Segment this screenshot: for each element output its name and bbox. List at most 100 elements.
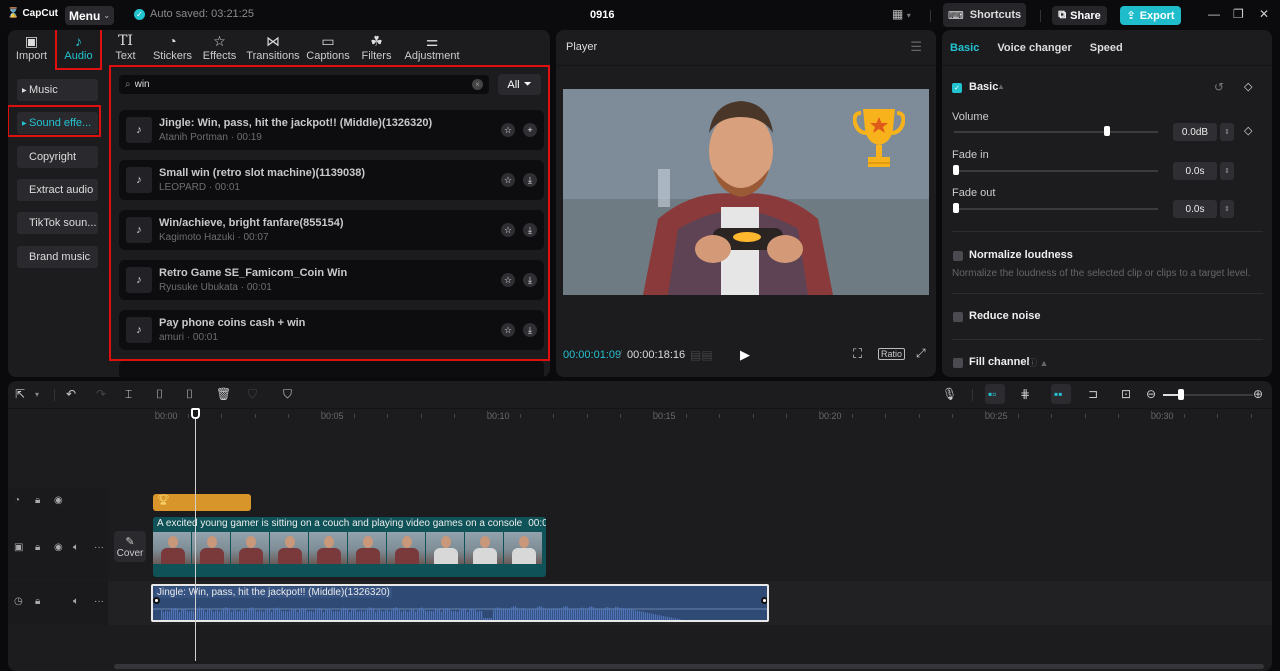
sound-item[interactable]: ♪ Jingle: Win, pass, hit the jackpot!! (… [119, 110, 544, 150]
favorite-icon[interactable]: ☆ [501, 323, 515, 337]
nav-item-music[interactable]: ▶ Music [17, 79, 98, 101]
video-preview[interactable] [563, 89, 929, 295]
nav-item-brand-music[interactable]: Brand music [17, 246, 98, 268]
fade-in-stepper[interactable]: ⇕ [1220, 162, 1234, 180]
sound-item[interactable]: ♪ Win/achieve, bright fanfare(855154) Ka… [119, 210, 544, 250]
fade-out-slider-thumb[interactable] [953, 203, 959, 213]
timeline-horizontal-scrollbar[interactable] [114, 664, 1264, 669]
lock-icon[interactable]: 🔒︎ [35, 596, 40, 607]
volume-slider-thumb[interactable] [1104, 126, 1110, 136]
delete-icon[interactable]: 🗑 [216, 387, 231, 401]
tab-audio[interactable]: ♪ Audio [55, 30, 102, 65]
hamburger-menu-icon[interactable]: ☰ [910, 39, 922, 55]
auto-snap-icon[interactable]: ⋕ [1020, 387, 1030, 401]
zoom-out-icon[interactable]: ⊖ [1146, 387, 1156, 401]
split-right-icon[interactable]: ⌷ [186, 387, 193, 402]
filter-button[interactable]: All ⏷ [498, 74, 541, 95]
export-button[interactable]: ⇪ Export [1120, 6, 1181, 25]
basic-checkbox[interactable]: ✓ [952, 83, 962, 93]
sound-item[interactable]: ♪ Small win (retro slot machine)(1139038… [119, 160, 544, 200]
normalize-loudness-checkbox[interactable] [953, 251, 963, 261]
zoom-in-icon[interactable]: ⊕ [1253, 387, 1263, 401]
tab-speed[interactable]: Speed [1090, 42, 1123, 54]
trophy-sticker-icon[interactable] [853, 107, 905, 171]
playhead-line[interactable] [195, 409, 196, 661]
lock-icon[interactable]: 🔒︎ [35, 542, 40, 553]
zoom-fit-icon[interactable]: ⛶ [853, 346, 862, 362]
nav-item-sound-effects[interactable]: ▶ Sound effe... [17, 112, 98, 134]
fade-out-value[interactable]: 0.0s [1173, 200, 1217, 218]
zoom-slider-thumb[interactable] [1178, 389, 1184, 400]
search-field[interactable]: ⌕ × [119, 75, 489, 94]
download-icon[interactable]: ⤓ [523, 323, 537, 337]
trophy-sticker-clip[interactable]: 🏆︎ [153, 494, 251, 511]
fade-out-handle[interactable] [761, 597, 767, 604]
fill-channel-checkbox[interactable] [953, 358, 963, 368]
ratio-button[interactable]: Ratio [878, 348, 906, 360]
microphone-icon[interactable]: 🎙 [942, 387, 957, 401]
undo-icon[interactable]: ↶ [66, 387, 76, 401]
tab-transitions[interactable]: ⋈ Transitions [243, 30, 303, 65]
tab-voice-changer[interactable]: Voice changer [997, 42, 1071, 54]
chevron-down-icon[interactable]: ▾ [35, 390, 39, 399]
reduce-noise-checkbox[interactable] [953, 312, 963, 322]
favorite-icon[interactable]: ☆ [501, 273, 515, 287]
linkage-icon[interactable]: ▪▪ [1054, 387, 1063, 401]
tab-basic[interactable]: Basic [950, 42, 979, 54]
select-cursor-icon[interactable]: ⇱ [15, 387, 25, 401]
reset-icon[interactable]: ↺ [1214, 80, 1224, 94]
fade-in-value[interactable]: 0.0s [1173, 162, 1217, 180]
nav-item-extract-audio[interactable]: Extract audio [17, 179, 98, 201]
keyframe-icon[interactable]: ◇ [1244, 80, 1252, 93]
speaker-icon[interactable]: 🔈︎ [73, 542, 79, 553]
fullscreen-icon[interactable]: ⤢ [916, 346, 926, 361]
main-track-magnet-icon[interactable]: ▪▫ [988, 387, 997, 401]
restore-icon[interactable]: ❐ [1233, 7, 1244, 21]
speaker-icon[interactable]: 🔈︎ [73, 596, 79, 607]
eye-icon[interactable]: ◉ [54, 495, 63, 506]
playhead-handle[interactable] [191, 408, 200, 419]
tab-import[interactable]: ▣ Import [8, 30, 55, 65]
video-clip[interactable]: A excited young gamer is sitting on a co… [153, 517, 546, 577]
sound-item-partial[interactable] [119, 360, 544, 377]
redo-icon[interactable]: ↷ [96, 387, 106, 401]
volume-slider[interactable] [954, 131, 1158, 133]
fade-out-stepper[interactable]: ⇕ [1220, 200, 1234, 218]
close-icon[interactable]: ✕ [1259, 7, 1269, 21]
keyframe-icon[interactable]: ◇ [1244, 124, 1252, 137]
audio-clip[interactable]: Jingle: Win, pass, hit the jackpot!! (Mi… [151, 584, 769, 622]
shortcuts-button[interactable]: ⌨ Shortcuts [943, 3, 1026, 27]
sound-item[interactable]: ♪ Retro Game SE_Famicom_Coin Win Ryusuke… [119, 260, 544, 300]
nav-item-tiktok-sounds[interactable]: TikTok soun... [17, 212, 98, 234]
zoom-to-fit-icon[interactable]: ⊡ [1121, 387, 1131, 401]
volume-stepper[interactable]: ⇕ [1220, 123, 1234, 141]
menu-button[interactable]: Menu ⌄ [65, 6, 114, 25]
favorite-icon[interactable]: ☆ [501, 123, 515, 137]
play-icon[interactable]: ▶ [740, 347, 750, 363]
cover-button[interactable]: ✎ Cover [114, 531, 146, 562]
preview-axis-icon[interactable]: ⊐ [1088, 387, 1098, 401]
split-icon[interactable]: ⌶ [125, 387, 132, 402]
tab-text[interactable]: TI Text [102, 30, 149, 65]
add-icon[interactable]: + [523, 123, 537, 137]
fade-in-handle[interactable] [153, 597, 160, 604]
more-icon[interactable]: ··· [94, 542, 104, 553]
layout-button[interactable]: ▦ ▾ [892, 7, 911, 21]
lock-icon[interactable]: 🔒︎ [35, 495, 40, 506]
shield-icon[interactable]: ⛉ [283, 387, 292, 402]
share-button[interactable]: ⧉ Share [1052, 6, 1107, 25]
minimize-icon[interactable]: — [1208, 7, 1220, 21]
fade-out-slider[interactable] [954, 208, 1158, 210]
collapse-caret-icon[interactable]: ▲ [997, 82, 1005, 91]
fade-in-slider[interactable] [954, 170, 1158, 172]
tab-effects[interactable]: ☆ Effects [196, 30, 243, 65]
favorite-icon[interactable]: ☆ [501, 223, 515, 237]
tab-filters[interactable]: ☘ Filters [353, 30, 400, 65]
eye-icon[interactable]: ◉ [54, 542, 63, 553]
search-input[interactable] [134, 79, 465, 90]
download-icon[interactable]: ⤓ [523, 223, 537, 237]
shield-disabled-icon[interactable]: ⛉ [248, 387, 257, 402]
sound-item[interactable]: ♪ Pay phone coins cash + win amuri · 00:… [119, 310, 544, 350]
split-left-icon[interactable]: ⌷ [156, 387, 163, 402]
tab-adjustment[interactable]: ⚌ Adjustment [400, 30, 464, 65]
